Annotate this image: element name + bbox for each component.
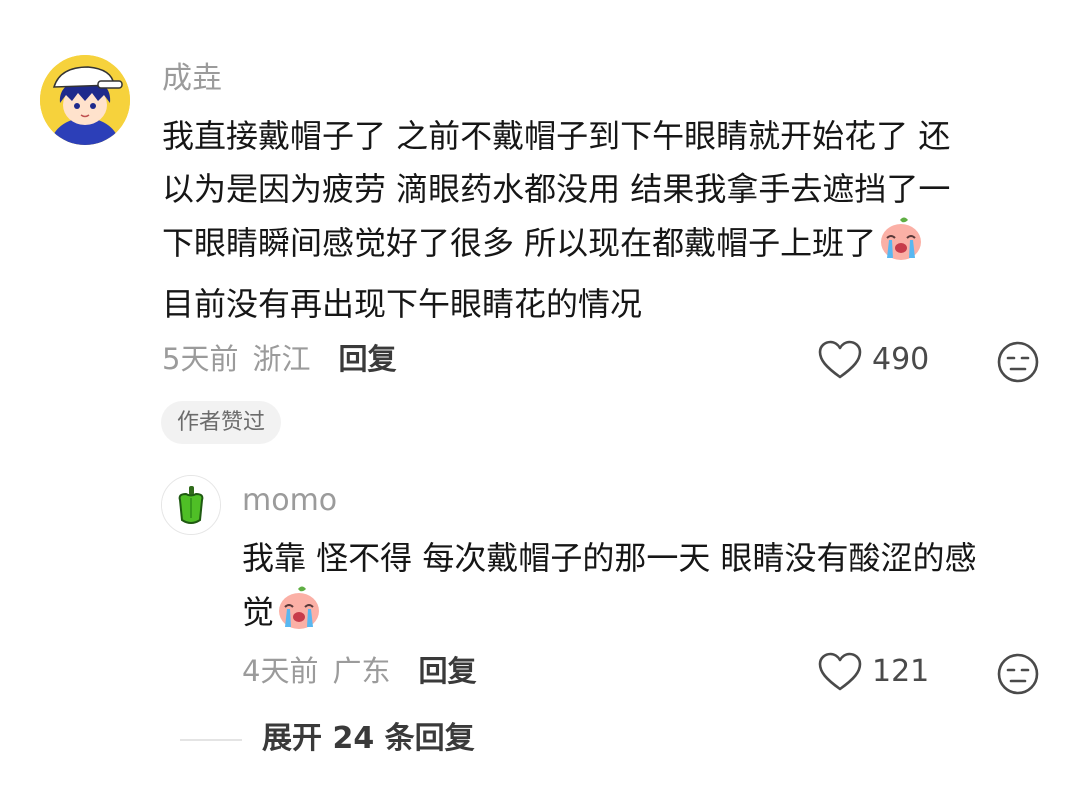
crying-emoji-icon (276, 585, 322, 647)
comment-line: 我直接戴帽子了 之前不戴帽子到下午眼睛就开始花了 还 (162, 117, 951, 155)
comment-time: 5天前 (162, 342, 239, 376)
neutral-face-icon (997, 341, 1039, 383)
crying-emoji-icon (878, 216, 924, 278)
reply-line: 我靠 怪不得 每次戴帽子的那一天 眼睛没有酸涩的感 (242, 539, 977, 577)
neutral-face-icon (997, 653, 1039, 695)
reply-button[interactable]: 回复 (338, 342, 396, 376)
avatar-green-pepper-icon (162, 476, 220, 534)
reply-location: 广东 (332, 654, 391, 688)
reply-like-count: 121 (872, 654, 930, 689)
comment-meta: 5天前 浙江 回复 (162, 345, 396, 374)
avatar-boy-cap-icon (40, 55, 130, 145)
comment-line-text: 下眼睛瞬间感觉好了很多 所以现在都戴帽子上班了 (162, 224, 877, 262)
comment-line: 下眼睛瞬间感觉好了很多 所以现在都戴帽子上班了 (162, 216, 1042, 278)
heart-icon (818, 652, 862, 691)
comment-location: 浙江 (252, 342, 311, 376)
comment-line: 以为是因为疲劳 滴眼药水都没用 结果我拿手去遮挡了一 (162, 170, 951, 208)
expand-replies-button[interactable]: 展开 24 条回复 (262, 724, 475, 754)
reply-username[interactable]: momo (242, 486, 337, 516)
reply-time: 4天前 (242, 654, 319, 688)
reply-avatar[interactable] (161, 475, 221, 535)
reply-like-button[interactable]: 121 (818, 652, 929, 692)
comment-text: 我直接戴帽子了 之前不戴帽子到下午眼睛就开始花了 还 以为是因为疲劳 滴眼药水都… (162, 110, 1042, 331)
like-count: 490 (872, 342, 930, 377)
reply-line-text: 觉 (242, 593, 275, 631)
dislike-button[interactable] (996, 340, 1040, 384)
expand-divider (180, 739, 242, 741)
comment-username[interactable]: 成垚 (162, 64, 222, 94)
author-liked-badge: 作者赞过 (161, 401, 282, 444)
like-button[interactable]: 490 (818, 340, 929, 380)
comment-line: 目前没有再出现下午眼睛花的情况 (162, 285, 643, 323)
avatar[interactable] (40, 55, 130, 145)
reply-line: 觉 (242, 585, 1042, 647)
reply-text: 我靠 怪不得 每次戴帽子的那一天 眼睛没有酸涩的感 觉 (242, 532, 1042, 647)
heart-icon (818, 340, 862, 379)
reply-dislike-button[interactable] (996, 652, 1040, 696)
reply-meta: 4天前 广东 回复 (242, 657, 476, 686)
reply-button[interactable]: 回复 (418, 654, 476, 688)
